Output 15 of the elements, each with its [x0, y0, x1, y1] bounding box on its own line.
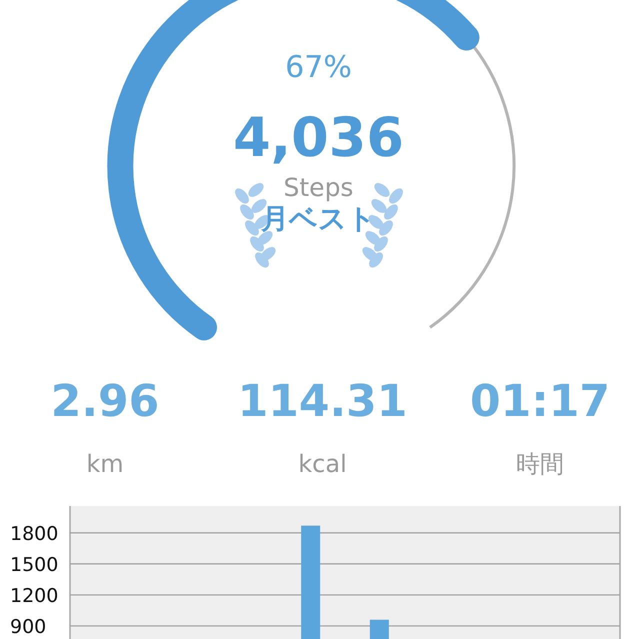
goal-percent: 67%: [285, 49, 352, 87]
badge-label: 月ベスト: [261, 202, 376, 237]
stat-label: kcal: [298, 449, 347, 479]
axis-tick-label: 1800: [10, 522, 58, 545]
axis-tick-label: 1500: [10, 554, 58, 576]
stat-label: km: [86, 449, 124, 479]
stat-value: 01:17: [470, 375, 610, 429]
stat-label: 時間: [516, 449, 564, 479]
axis-tick-label: 900: [10, 616, 46, 638]
steps-label: Steps: [284, 172, 354, 204]
axis-tick-label: 1200: [10, 584, 58, 607]
stat-value: 2.96: [50, 375, 160, 429]
stat-value: 114.31: [238, 375, 408, 429]
step-count: 4,036: [233, 106, 404, 170]
chart-bar: [370, 620, 389, 639]
